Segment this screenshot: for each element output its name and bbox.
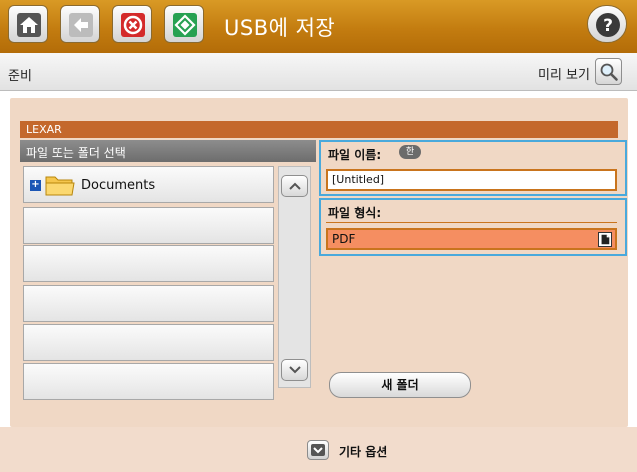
main-panel: LEXAR 파일 또는 폴더 선택 + Documents 파일 이름: 한 [… xyxy=(10,98,628,427)
file-type-select[interactable]: PDF xyxy=(326,228,617,250)
preview-button[interactable] xyxy=(595,58,622,85)
folder-icon xyxy=(45,176,75,196)
file-type-label: 파일 형식: xyxy=(328,206,382,220)
ime-toggle[interactable]: 한 xyxy=(399,145,421,159)
magnifier-icon xyxy=(600,63,618,81)
help-button[interactable]: ? xyxy=(587,5,627,43)
stop-button[interactable] xyxy=(112,5,152,43)
home-icon xyxy=(17,13,41,37)
scrollbar[interactable] xyxy=(278,166,311,388)
home-button[interactable] xyxy=(8,5,48,43)
more-options-label: 기타 옵션 xyxy=(339,445,388,459)
start-button[interactable] xyxy=(164,5,204,43)
document-icon xyxy=(598,232,612,247)
back-icon xyxy=(69,13,93,37)
file-name-input[interactable]: [Untitled] xyxy=(326,169,617,191)
list-item[interactable] xyxy=(23,207,274,244)
scroll-up-button[interactable] xyxy=(281,175,308,197)
chevron-up-icon xyxy=(289,182,301,190)
list-item[interactable] xyxy=(23,285,274,322)
svg-text:?: ? xyxy=(603,16,613,36)
back-button[interactable] xyxy=(60,5,100,43)
preview-label: 미리 보기 xyxy=(538,68,590,83)
device-name: LEXAR xyxy=(20,121,618,138)
scroll-down-button[interactable] xyxy=(281,359,308,381)
expand-icon[interactable]: + xyxy=(30,180,41,191)
page-title: USB에 저장 xyxy=(224,16,336,40)
list-item[interactable] xyxy=(23,324,274,361)
file-type-value: PDF xyxy=(332,232,356,246)
new-folder-button[interactable]: 새 폴더 xyxy=(329,372,471,398)
browser-header: 파일 또는 폴더 선택 xyxy=(20,140,316,162)
divider xyxy=(326,222,617,223)
title-bar: USB에 저장 ? xyxy=(0,0,637,53)
status-text: 준비 xyxy=(8,69,32,84)
start-icon xyxy=(173,13,197,37)
more-options-button[interactable] xyxy=(307,440,329,460)
stop-icon xyxy=(121,13,145,37)
file-name-label: 파일 이름: xyxy=(328,148,382,162)
list-item-label: Documents xyxy=(81,178,156,193)
list-item[interactable] xyxy=(23,245,274,282)
bottom-bar: 기타 옵션 xyxy=(0,427,637,472)
chevron-down-icon xyxy=(311,444,325,456)
help-icon: ? xyxy=(596,13,620,37)
list-item[interactable] xyxy=(23,363,274,400)
chevron-down-icon xyxy=(289,366,301,374)
list-item-documents[interactable]: + Documents xyxy=(23,166,274,203)
status-bar: 준비 미리 보기 xyxy=(0,53,637,91)
